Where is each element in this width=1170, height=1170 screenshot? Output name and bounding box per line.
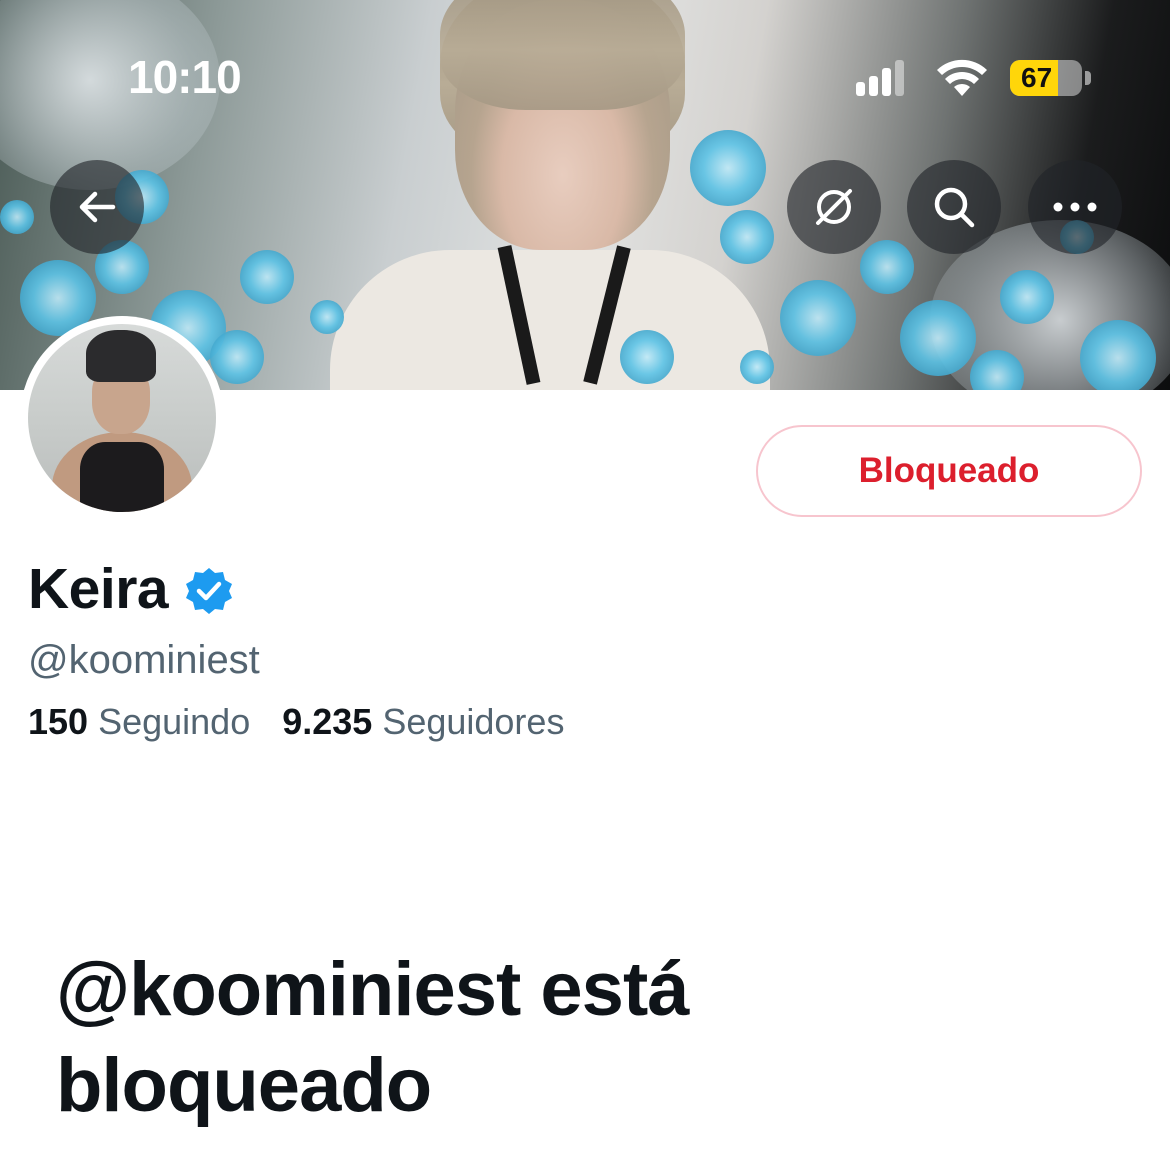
profile-handle: @koominiest xyxy=(28,638,260,682)
battery-percent: 67 xyxy=(1021,62,1053,93)
more-options-button[interactable] xyxy=(1028,160,1122,254)
following-stat[interactable]: 150 Seguindo xyxy=(28,701,250,743)
arrow-left-icon xyxy=(79,191,116,223)
followers-label: Seguidores xyxy=(382,701,565,742)
search-icon xyxy=(934,187,975,228)
banner-shirt xyxy=(330,250,770,390)
followers-count: 9.235 xyxy=(282,701,373,742)
blocked-button[interactable]: Bloqueado xyxy=(756,425,1142,517)
following-count: 150 xyxy=(28,701,89,742)
verified-badge-icon xyxy=(186,568,233,614)
blocked-notice-title: @koominiest está bloqueado xyxy=(56,947,690,1128)
profile-stats: 150 Seguindo 9.235 Seguidores xyxy=(28,701,596,743)
search-button[interactable] xyxy=(907,160,1001,254)
following-label: Seguindo xyxy=(98,701,251,742)
more-horizontal-icon xyxy=(1053,202,1097,212)
status-time: 10:10 xyxy=(128,51,242,103)
followers-stat[interactable]: 9.235 Seguidores xyxy=(282,701,564,743)
cellular-signal-icon xyxy=(856,58,904,96)
battery-indicator: 67 xyxy=(1010,60,1082,96)
profile-avatar[interactable] xyxy=(20,316,224,520)
wifi-icon xyxy=(935,56,989,103)
avatar-photo xyxy=(28,324,216,512)
slashed-circle-icon xyxy=(816,189,852,225)
display-name-row: Keira xyxy=(28,556,234,622)
display-name: Keira xyxy=(28,557,169,621)
back-button[interactable] xyxy=(50,160,144,254)
mute-button[interactable] xyxy=(787,160,881,254)
